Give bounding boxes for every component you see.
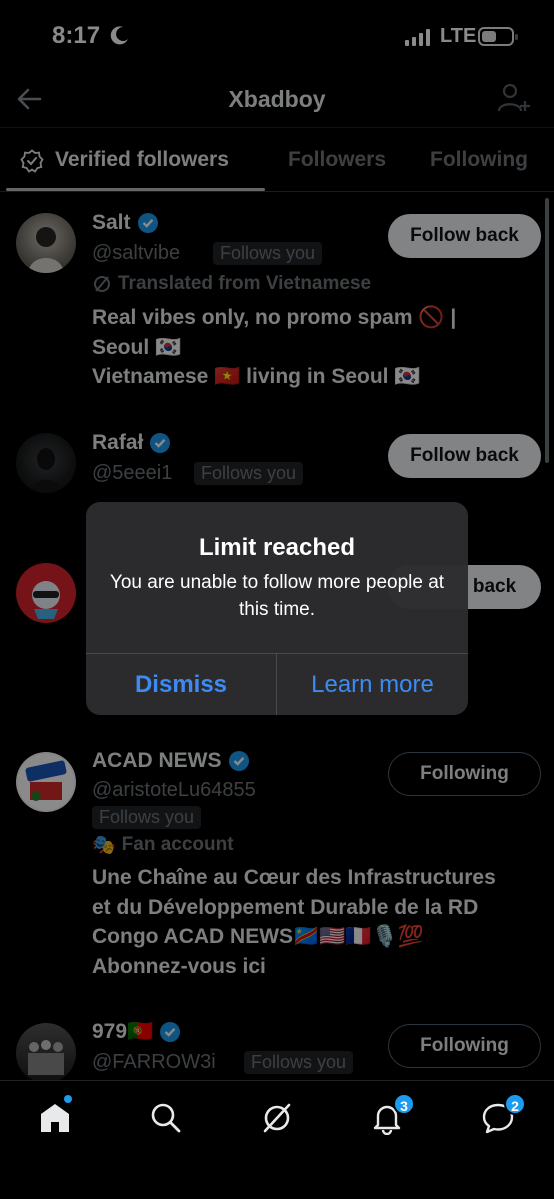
mask-icon: 🎭: [92, 835, 116, 856]
verified-badge-icon: [228, 751, 249, 771]
home-icon[interactable]: [38, 1101, 72, 1135]
network-label: LTE: [440, 25, 477, 47]
follows-you-badge: Follows you: [244, 1051, 354, 1074]
learn-more-button[interactable]: Learn more: [277, 654, 468, 715]
verified-badge-icon: [150, 433, 171, 453]
following-button[interactable]: Following: [388, 1024, 541, 1068]
active-tab-indicator: [6, 188, 265, 191]
user-handle: @aristoteLu64855: [92, 779, 256, 801]
add-user-icon[interactable]: [496, 80, 532, 116]
follows-you-badge: Follows you: [92, 806, 202, 829]
alert-message: You are unable to follow more people at …: [109, 572, 445, 620]
moon-icon: [110, 26, 128, 45]
user-bio: Real vibes only, no promo spam 🚫 | Seoul…: [92, 306, 457, 388]
follow-back-button[interactable]: Follow back: [388, 434, 541, 478]
translated-label: Translated from Vietnamese: [92, 273, 371, 295]
verified-badge-icon: [137, 213, 158, 233]
follows-you-badge: Follows you: [213, 242, 323, 265]
tab-following[interactable]: Following: [430, 148, 528, 172]
follows-you-badge: Follows you: [194, 462, 304, 485]
verified-tab-icon: [20, 149, 44, 173]
battery-icon: [478, 27, 518, 46]
search-icon[interactable]: [149, 1101, 183, 1135]
scrollbar[interactable]: [545, 198, 549, 463]
following-button[interactable]: Following: [388, 752, 541, 796]
user-name[interactable]: Rafał: [92, 431, 171, 455]
status-time: 8:17: [52, 22, 101, 49]
limit-reached-alert: Limit reached You are unable to follow m…: [86, 502, 468, 715]
verified-badge-icon: [160, 1022, 181, 1042]
grok-icon[interactable]: [260, 1101, 294, 1135]
tab-verified-followers[interactable]: Verified followers: [55, 148, 229, 172]
notifications-count-badge: 3: [393, 1093, 415, 1115]
user-name[interactable]: ACAD NEWS: [92, 749, 250, 773]
user-handle: @5eeei1: [92, 462, 173, 484]
status-bar: 8:17 LTE: [0, 0, 554, 72]
translate-icon: [94, 276, 110, 292]
dismiss-button[interactable]: Dismiss: [86, 654, 276, 715]
bottom-navigation: 3 2: [0, 1080, 554, 1199]
avatar[interactable]: [16, 752, 76, 812]
avatar[interactable]: [16, 213, 76, 273]
user-name[interactable]: Salt: [92, 211, 159, 235]
follow-back-button[interactable]: Follow back: [388, 214, 541, 258]
profile-header: Xbadboy: [0, 72, 554, 128]
signal-icon: [405, 28, 430, 46]
follower-tabs: Verified followers Followers Following: [0, 130, 554, 192]
user-handle: @saltvibe: [92, 242, 181, 264]
fan-account-label: 🎭 Fan account: [92, 834, 234, 856]
user-bio: Une Chaîne au Cœur des Infrastructures e…: [92, 866, 496, 978]
page-title: Xbadboy: [228, 86, 326, 112]
avatar[interactable]: [16, 563, 76, 623]
tab-followers[interactable]: Followers: [288, 148, 386, 172]
messages-count-badge: 2: [504, 1093, 526, 1115]
avatar[interactable]: [16, 433, 76, 493]
user-name[interactable]: 979🇵🇹: [92, 1020, 181, 1044]
alert-title: Limit reached: [198, 534, 356, 561]
avatar[interactable]: [16, 1023, 76, 1083]
user-handle: @FARROW3i: [92, 1051, 216, 1073]
